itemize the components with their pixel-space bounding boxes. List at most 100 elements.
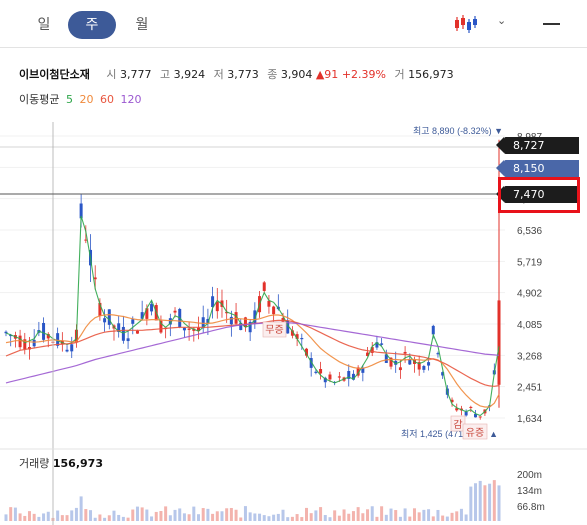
ma-5: 5	[65, 93, 73, 106]
event-label-2: 감	[453, 419, 462, 431]
volume-bar	[140, 507, 144, 521]
volume-bar	[135, 506, 139, 521]
volume-bar	[93, 517, 97, 521]
volume-bar	[342, 509, 346, 521]
volume-bar	[23, 515, 27, 521]
y-tick-label: 2,451	[517, 383, 542, 394]
volume-bar	[220, 511, 224, 521]
volume-bar	[27, 511, 31, 521]
volume-bar	[89, 510, 93, 521]
y-tick-label: 6,536	[517, 226, 542, 237]
open-value: 3,777	[119, 68, 152, 81]
moving-average-legend: 이동평균 5 20 60 120	[19, 91, 141, 107]
volume-bar	[337, 515, 341, 521]
volume-bar	[474, 483, 478, 521]
tab-week[interactable]: 주	[68, 11, 116, 39]
event-label-3: 유증	[466, 427, 484, 439]
event-label-1: 무증	[265, 324, 283, 336]
volume-bar	[234, 509, 238, 521]
volume-bar	[37, 516, 41, 521]
volume-bar	[74, 507, 78, 521]
candle-body	[300, 338, 304, 340]
volume-bar	[107, 515, 111, 521]
ma-line-120	[5, 321, 500, 384]
y-tick-label: 4,902	[517, 289, 542, 300]
volume-bar	[112, 510, 116, 521]
volume-bar	[98, 514, 102, 521]
volume-bar	[159, 511, 163, 521]
close-value: 3,904	[280, 68, 313, 81]
volume-bar	[18, 513, 22, 521]
high-label: 고	[159, 68, 171, 81]
volume-bar	[323, 515, 327, 521]
volume-bar	[478, 480, 482, 521]
volume-bar	[13, 507, 17, 521]
event-badge-1: 무증	[262, 321, 287, 338]
volume-bar	[412, 508, 416, 521]
volume-bar	[281, 509, 285, 521]
volume-bar	[262, 515, 266, 521]
volume-bar	[366, 509, 370, 521]
open-label: 시	[106, 68, 117, 81]
candle-body	[427, 362, 431, 366]
y-tick-label: 5,719	[517, 257, 542, 268]
candlestick-chart-icon[interactable]	[454, 13, 480, 35]
y-tick-label: 3,268	[517, 351, 542, 362]
close-label: 종	[267, 68, 278, 81]
volume-bar	[441, 515, 445, 521]
candle-body	[431, 325, 435, 335]
volume-bar	[154, 511, 158, 521]
volume-bar	[9, 507, 13, 521]
volume-bar	[431, 516, 435, 521]
volume-bar	[121, 516, 125, 521]
chevron-down-icon[interactable]: ⌄	[497, 14, 506, 27]
moving-average-lines	[5, 215, 500, 417]
candle-body	[469, 406, 473, 408]
volume-bar	[389, 508, 393, 521]
max-annotation: 최고 8,890 (-8.32%) ▼	[413, 126, 503, 136]
volume-bar	[46, 511, 50, 521]
change-value: ▲91	[315, 68, 339, 81]
volume-bar	[384, 514, 388, 521]
volume-bar	[211, 513, 215, 521]
volume-bar	[380, 506, 384, 521]
candle-body	[422, 366, 426, 370]
volume-tick-label: 66.8m	[517, 502, 545, 513]
volume-bar	[347, 513, 351, 521]
volume-bar	[295, 514, 299, 521]
candle-body	[267, 300, 271, 307]
volume-bar	[197, 514, 201, 521]
volume-bar	[258, 513, 262, 521]
minimize-icon[interactable]	[543, 23, 560, 25]
volume-bar	[398, 516, 402, 521]
candle-body	[32, 339, 36, 347]
tab-month[interactable]: 월	[128, 11, 156, 39]
volume-bar	[328, 517, 332, 521]
candle-body	[65, 349, 69, 352]
low-label: 저	[213, 68, 224, 81]
candle-body	[314, 371, 318, 373]
tab-day[interactable]: 일	[30, 11, 58, 39]
volume-bar	[333, 510, 337, 521]
stock-summary: 이브이첨단소재 시 3,777 고 3,924 저 3,773 종 3,904 …	[19, 66, 454, 82]
highlight-box	[498, 177, 580, 213]
candle-body	[150, 304, 154, 312]
change-percent: +2.39%	[341, 68, 386, 81]
volume-bar	[103, 517, 107, 521]
volume-bar	[56, 510, 60, 521]
candle-body	[215, 301, 219, 312]
current-price-tag: 8,727	[496, 137, 579, 154]
volume-bar	[290, 516, 294, 521]
volume-bar	[187, 514, 191, 521]
volume-bar	[492, 480, 496, 521]
volume-bar	[403, 508, 407, 521]
volume-bar	[286, 517, 290, 521]
volume-bar	[150, 516, 154, 521]
candle-body	[131, 319, 135, 324]
volume-value: 156,973	[408, 68, 454, 81]
candle-body	[319, 368, 323, 374]
volume-bar	[253, 513, 257, 521]
volume-bar	[422, 509, 426, 521]
candle-body	[497, 300, 501, 385]
candle-body	[173, 310, 177, 313]
